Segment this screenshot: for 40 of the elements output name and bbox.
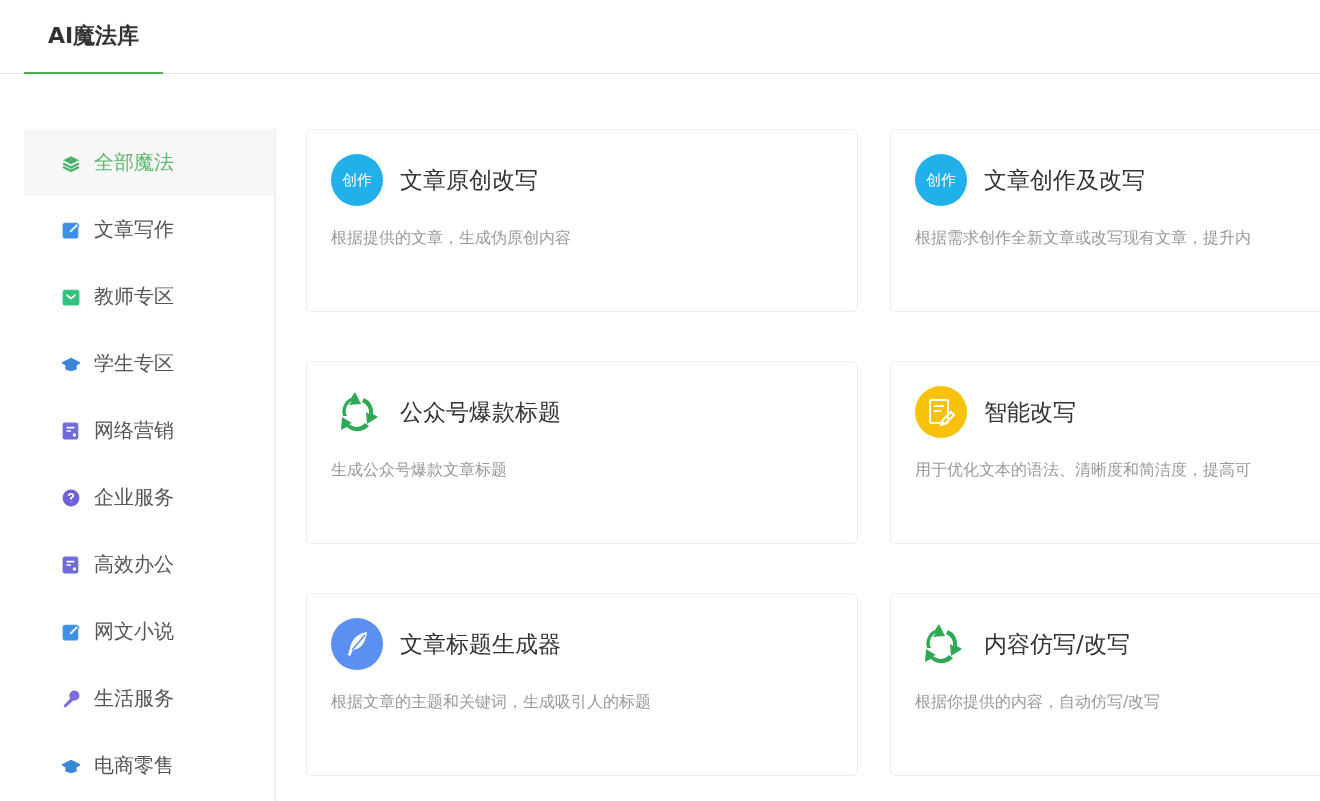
card-title: 智能改写 [984, 397, 1076, 427]
edit-icon [62, 220, 80, 239]
card-description: 根据需求创作全新文章或改写现有文章，提升内 [915, 228, 1252, 249]
form-icon [62, 421, 80, 440]
sidebar-item[interactable]: 电商零售 [24, 732, 274, 799]
help-icon [62, 488, 80, 507]
badge-icon: 创作 [915, 154, 967, 206]
sidebar-item[interactable]: 文章写作 [24, 196, 274, 263]
sidebar-item[interactable]: 教师专区 [24, 263, 274, 330]
magic-card[interactable]: 公众号爆款标题 生成公众号爆款文章标题 [306, 361, 858, 544]
magic-card[interactable]: 创作 文章原创改写 根据提供的文章，生成伪原创内容 [306, 129, 858, 312]
sidebar-item[interactable]: 学生专区 [24, 330, 274, 397]
card-description: 用于优化文本的语法、清晰度和简洁度，提高可 [915, 460, 1252, 481]
envelope-icon [62, 287, 80, 306]
microphone-icon [62, 689, 80, 708]
card-title: 文章原创改写 [400, 165, 538, 195]
magic-card[interactable]: 创作 文章创作及改写 根据需求创作全新文章或改写现有文章，提升内 [890, 129, 1320, 312]
card-description: 生成公众号爆款文章标题 [331, 460, 508, 481]
sidebar-item[interactable]: 高效办公 [24, 531, 274, 598]
card-title: 内容仿写/改写 [984, 629, 1130, 659]
note-edit-icon [915, 386, 967, 438]
form-icon [62, 555, 80, 574]
magic-card[interactable]: 智能改写 用于优化文本的语法、清晰度和简洁度，提高可 [890, 361, 1320, 544]
edit-icon [62, 622, 80, 641]
magic-card[interactable]: 文章标题生成器 根据文章的主题和关键词，生成吸引人的标题 [306, 593, 858, 776]
card-description: 根据文章的主题和关键词，生成吸引人的标题 [331, 692, 652, 713]
sidebar-item[interactable]: 生活服务 [24, 665, 274, 732]
card-description: 根据你提供的内容，自动仿写/改写 [915, 692, 1162, 713]
magic-card[interactable]: 内容仿写/改写 根据你提供的内容，自动仿写/改写 [890, 593, 1320, 776]
sidebar-item[interactable]: 网络营销 [24, 397, 274, 464]
sidebar-item[interactable]: 企业服务 [24, 464, 274, 531]
card-title: 公众号爆款标题 [400, 397, 561, 427]
card-title: 文章标题生成器 [400, 629, 561, 659]
sidebar-item[interactable]: 网文小说 [24, 598, 274, 665]
tab[interactable]: AI魔法库 [24, 0, 164, 74]
card-description: 根据提供的文章，生成伪原创内容 [331, 228, 572, 249]
badge-icon: 创作 [331, 154, 383, 206]
card-title: 文章创作及改写 [984, 165, 1145, 195]
layers-icon [62, 153, 80, 172]
feather-icon [331, 618, 383, 670]
